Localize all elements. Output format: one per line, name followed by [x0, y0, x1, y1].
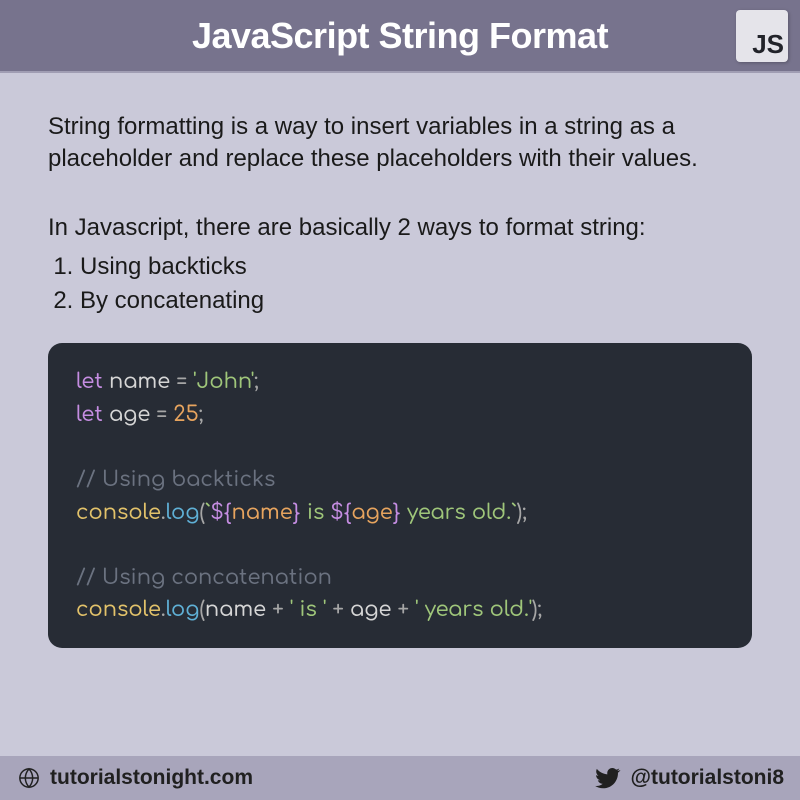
- code-line: // Using concatenation: [76, 561, 724, 594]
- list-item: By concatenating: [80, 284, 752, 318]
- content-area: String formatting is a way to insert var…: [0, 73, 800, 756]
- code-line: [76, 430, 724, 463]
- footer-right: @tutorialstoni8: [595, 765, 784, 791]
- footer-left: tutorialstonight.com: [18, 766, 253, 790]
- list-item: Using backticks: [80, 250, 752, 284]
- intro-text: String formatting is a way to insert var…: [48, 111, 752, 176]
- ways-list: Using backticks By concatenating: [80, 250, 752, 317]
- js-badge-icon: JS: [736, 10, 788, 62]
- ways-intro: In Javascript, there are basically 2 way…: [48, 212, 752, 244]
- page-title: JavaScript String Format: [192, 15, 608, 57]
- footer-handle: @tutorialstoni8: [631, 766, 784, 790]
- code-line: console.log(`${name} is ${age} years old…: [76, 496, 724, 529]
- header-bar: JavaScript String Format JS: [0, 0, 800, 73]
- code-line: // Using backticks: [76, 463, 724, 496]
- footer-site: tutorialstonight.com: [50, 766, 253, 790]
- code-line: let name = 'John';: [76, 365, 724, 398]
- globe-icon: [18, 767, 40, 789]
- footer-bar: tutorialstonight.com @tutorialstoni8: [0, 756, 800, 800]
- code-block: let name = 'John'; let age = 25; // Usin…: [48, 343, 752, 647]
- code-line: [76, 528, 724, 561]
- code-line: let age = 25;: [76, 398, 724, 431]
- code-line: console.log(name + ' is ' + age + ' year…: [76, 593, 724, 626]
- twitter-icon: [595, 765, 621, 791]
